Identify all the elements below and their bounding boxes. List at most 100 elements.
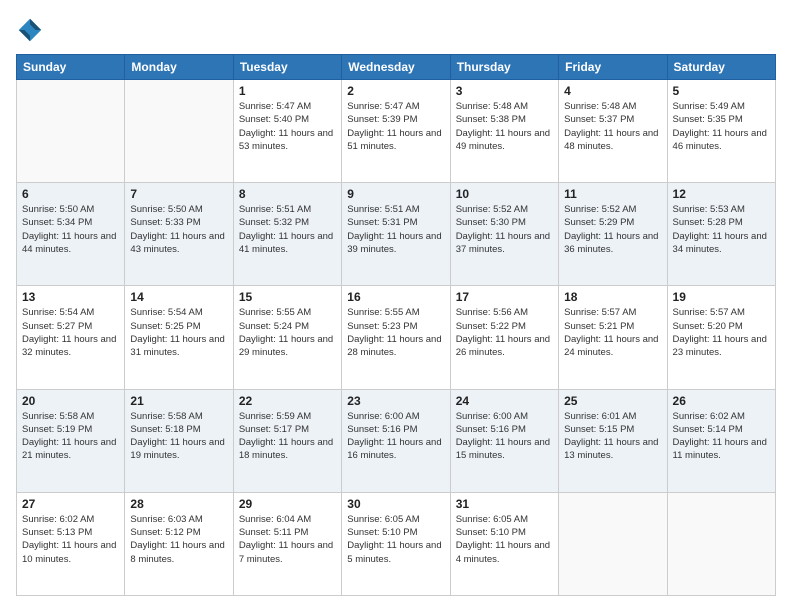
day-info: Sunrise: 5:50 AMSunset: 5:34 PMDaylight:… (22, 203, 119, 256)
day-info: Sunrise: 5:47 AMSunset: 5:40 PMDaylight:… (239, 100, 336, 153)
day-cell: 27 Sunrise: 6:02 AMSunset: 5:13 PMDayligh… (17, 492, 125, 595)
weekday-row: SundayMondayTuesdayWednesdayThursdayFrid… (17, 55, 776, 80)
week-row-2: 6 Sunrise: 5:50 AMSunset: 5:34 PMDaylight… (17, 183, 776, 286)
day-info: Sunrise: 5:52 AMSunset: 5:29 PMDaylight:… (564, 203, 661, 256)
header (16, 16, 776, 44)
day-number: 3 (456, 84, 553, 98)
day-number: 17 (456, 290, 553, 304)
day-cell: 19Sunrise: 5:57 AMSunset: 5:20 PMDayligh… (667, 286, 775, 389)
day-info: Sunrise: 5:48 AMSunset: 5:38 PMDaylight:… (456, 100, 553, 153)
day-number: 11 (564, 187, 661, 201)
day-number: 31 (456, 497, 553, 511)
week-row-5: 27 Sunrise: 6:02 AMSunset: 5:13 PMDayligh… (17, 492, 776, 595)
calendar-body: 1 Sunrise: 5:47 AMSunset: 5:40 PMDaylight… (17, 80, 776, 596)
day-info: Sunrise: 5:56 AMSunset: 5:22 PMDaylight:… (456, 306, 553, 359)
day-number: 15 (239, 290, 336, 304)
day-number: 2 (347, 84, 444, 98)
day-info: Sunrise: 5:53 AMSunset: 5:28 PMDaylight:… (673, 203, 770, 256)
day-info: Sunrise: 5:58 AMSunset: 5:18 PMDaylight:… (130, 410, 227, 463)
day-number: 13 (22, 290, 119, 304)
day-info: Sunrise: 5:48 AMSunset: 5:37 PMDaylight:… (564, 100, 661, 153)
day-cell: 3 Sunrise: 5:48 AMSunset: 5:38 PMDaylight… (450, 80, 558, 183)
day-info: Sunrise: 5:47 AMSunset: 5:39 PMDaylight:… (347, 100, 444, 153)
day-cell: 18Sunrise: 5:57 AMSunset: 5:21 PMDayligh… (559, 286, 667, 389)
day-number: 14 (130, 290, 227, 304)
day-cell: 23 Sunrise: 6:00 AMSunset: 5:16 PMDayligh… (342, 389, 450, 492)
day-info: Sunrise: 6:00 AMSunset: 5:16 PMDaylight:… (347, 410, 444, 463)
day-cell: 9 Sunrise: 5:51 AMSunset: 5:31 PMDaylight… (342, 183, 450, 286)
day-number: 22 (239, 394, 336, 408)
day-cell: 29Sunrise: 6:04 AMSunset: 5:11 PMDayligh… (233, 492, 341, 595)
day-info: Sunrise: 5:55 AMSunset: 5:23 PMDaylight:… (347, 306, 444, 359)
day-cell: 6 Sunrise: 5:50 AMSunset: 5:34 PMDaylight… (17, 183, 125, 286)
day-cell: 24Sunrise: 6:00 AMSunset: 5:16 PMDayligh… (450, 389, 558, 492)
day-number: 7 (130, 187, 227, 201)
day-info: Sunrise: 6:05 AMSunset: 5:10 PMDaylight:… (456, 513, 553, 566)
day-number: 4 (564, 84, 661, 98)
day-info: Sunrise: 5:55 AMSunset: 5:24 PMDaylight:… (239, 306, 336, 359)
day-cell: 25Sunrise: 6:01 AMSunset: 5:15 PMDayligh… (559, 389, 667, 492)
day-info: Sunrise: 6:03 AMSunset: 5:12 PMDaylight:… (130, 513, 227, 566)
day-info: Sunrise: 5:52 AMSunset: 5:30 PMDaylight:… (456, 203, 553, 256)
week-row-1: 1 Sunrise: 5:47 AMSunset: 5:40 PMDaylight… (17, 80, 776, 183)
day-number: 21 (130, 394, 227, 408)
page: SundayMondayTuesdayWednesdayThursdayFrid… (0, 0, 792, 612)
weekday-header-wednesday: Wednesday (342, 55, 450, 80)
day-info: Sunrise: 6:01 AMSunset: 5:15 PMDaylight:… (564, 410, 661, 463)
day-info: Sunrise: 5:57 AMSunset: 5:20 PMDaylight:… (673, 306, 770, 359)
day-info: Sunrise: 6:00 AMSunset: 5:16 PMDaylight:… (456, 410, 553, 463)
day-cell: 14 Sunrise: 5:54 AMSunset: 5:25 PMDayligh… (125, 286, 233, 389)
day-number: 6 (22, 187, 119, 201)
day-cell: 17 Sunrise: 5:56 AMSunset: 5:22 PMDayligh… (450, 286, 558, 389)
weekday-header-sunday: Sunday (17, 55, 125, 80)
day-cell: 10 Sunrise: 5:52 AMSunset: 5:30 PMDayligh… (450, 183, 558, 286)
day-cell: 16 Sunrise: 5:55 AMSunset: 5:23 PMDayligh… (342, 286, 450, 389)
day-number: 9 (347, 187, 444, 201)
day-cell: 8Sunrise: 5:51 AMSunset: 5:32 PMDaylight… (233, 183, 341, 286)
day-number: 23 (347, 394, 444, 408)
day-info: Sunrise: 5:59 AMSunset: 5:17 PMDaylight:… (239, 410, 336, 463)
day-info: Sunrise: 6:02 AMSunset: 5:14 PMDaylight:… (673, 410, 770, 463)
day-cell (559, 492, 667, 595)
day-number: 1 (239, 84, 336, 98)
day-number: 27 (22, 497, 119, 511)
day-number: 18 (564, 290, 661, 304)
calendar-header: SundayMondayTuesdayWednesdayThursdayFrid… (17, 55, 776, 80)
day-number: 16 (347, 290, 444, 304)
calendar-table: SundayMondayTuesdayWednesdayThursdayFrid… (16, 54, 776, 596)
day-number: 28 (130, 497, 227, 511)
day-info: Sunrise: 5:51 AMSunset: 5:31 PMDaylight:… (347, 203, 444, 256)
day-cell: 2 Sunrise: 5:47 AMSunset: 5:39 PMDaylight… (342, 80, 450, 183)
logo-icon (16, 16, 44, 44)
day-cell: 12 Sunrise: 5:53 AMSunset: 5:28 PMDayligh… (667, 183, 775, 286)
week-row-4: 20 Sunrise: 5:58 AMSunset: 5:19 PMDayligh… (17, 389, 776, 492)
day-info: Sunrise: 5:51 AMSunset: 5:32 PMDaylight:… (239, 203, 336, 256)
day-cell: 30 Sunrise: 6:05 AMSunset: 5:10 PMDayligh… (342, 492, 450, 595)
week-row-3: 13 Sunrise: 5:54 AMSunset: 5:27 PMDayligh… (17, 286, 776, 389)
day-number: 12 (673, 187, 770, 201)
day-number: 30 (347, 497, 444, 511)
weekday-header-thursday: Thursday (450, 55, 558, 80)
weekday-header-saturday: Saturday (667, 55, 775, 80)
logo (16, 16, 48, 44)
day-number: 29 (239, 497, 336, 511)
day-number: 10 (456, 187, 553, 201)
day-info: Sunrise: 5:54 AMSunset: 5:27 PMDaylight:… (22, 306, 119, 359)
day-cell (125, 80, 233, 183)
day-number: 5 (673, 84, 770, 98)
day-info: Sunrise: 5:49 AMSunset: 5:35 PMDaylight:… (673, 100, 770, 153)
day-cell: 11 Sunrise: 5:52 AMSunset: 5:29 PMDayligh… (559, 183, 667, 286)
day-cell: 15 Sunrise: 5:55 AMSunset: 5:24 PMDayligh… (233, 286, 341, 389)
day-info: Sunrise: 5:58 AMSunset: 5:19 PMDaylight:… (22, 410, 119, 463)
day-cell: 13 Sunrise: 5:54 AMSunset: 5:27 PMDayligh… (17, 286, 125, 389)
day-cell: 20 Sunrise: 5:58 AMSunset: 5:19 PMDayligh… (17, 389, 125, 492)
day-cell: 4 Sunrise: 5:48 AMSunset: 5:37 PMDaylight… (559, 80, 667, 183)
day-info: Sunrise: 6:05 AMSunset: 5:10 PMDaylight:… (347, 513, 444, 566)
day-info: Sunrise: 5:54 AMSunset: 5:25 PMDaylight:… (130, 306, 227, 359)
day-info: Sunrise: 6:02 AMSunset: 5:13 PMDaylight:… (22, 513, 119, 566)
day-cell: 28 Sunrise: 6:03 AMSunset: 5:12 PMDayligh… (125, 492, 233, 595)
day-cell: 22 Sunrise: 5:59 AMSunset: 5:17 PMDayligh… (233, 389, 341, 492)
day-number: 20 (22, 394, 119, 408)
day-cell: 7Sunrise: 5:50 AMSunset: 5:33 PMDaylight… (125, 183, 233, 286)
day-cell: 26Sunrise: 6:02 AMSunset: 5:14 PMDayligh… (667, 389, 775, 492)
